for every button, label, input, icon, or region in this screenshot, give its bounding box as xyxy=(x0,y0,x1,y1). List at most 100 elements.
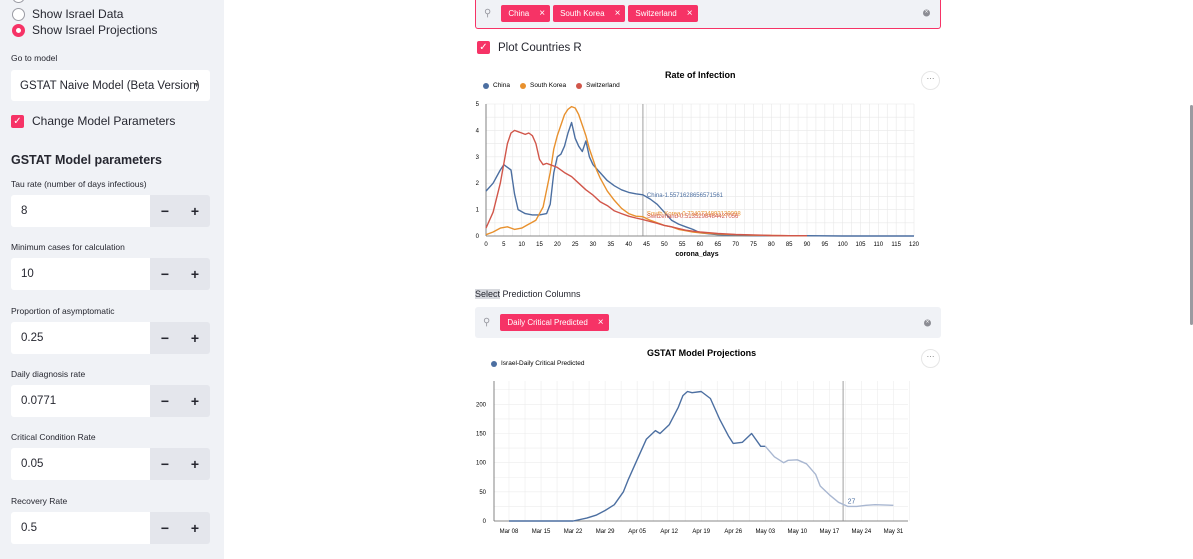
x-tick-label: 10 xyxy=(518,242,525,248)
legend-label: China xyxy=(493,82,510,89)
close-icon[interactable]: × xyxy=(539,8,545,19)
x-tick-label: Apr 12 xyxy=(660,529,678,535)
x-tick-label: 5 xyxy=(502,242,506,248)
number-input-value[interactable]: 0.5 xyxy=(11,511,150,544)
app-root: Show Israel Data Show Israel Projections… xyxy=(0,0,1193,559)
selected-tag: Switzerland × xyxy=(628,4,698,22)
legend-item[interactable]: South Korea xyxy=(519,82,567,89)
radio-circle-selected[interactable] xyxy=(12,23,25,37)
legend-label: South Korea xyxy=(529,82,567,89)
legend-dot xyxy=(519,82,526,89)
param-label: Minimum cases for calculation xyxy=(11,242,125,253)
selected-tag: South Korea × xyxy=(553,4,626,22)
x-tick-label: 30 xyxy=(590,242,597,248)
legend-label: Israel-Daily Critical Predicted xyxy=(501,360,585,367)
decrement-button[interactable]: − xyxy=(150,384,180,417)
y-tick-label: 2 xyxy=(476,181,480,187)
y-tick-label: 0 xyxy=(483,519,487,525)
increment-button[interactable]: + xyxy=(180,258,210,291)
change-params-checkbox[interactable]: ✓ Change Model Parameters xyxy=(11,114,175,128)
legend-dot xyxy=(576,82,583,89)
increment-button[interactable]: + xyxy=(180,384,210,417)
x-tick-label: 70 xyxy=(732,242,739,248)
x-tick-label: Mar 15 xyxy=(532,529,551,535)
tag-label: Switzerland xyxy=(635,8,677,18)
number-input[interactable]: 0.0771− + xyxy=(11,384,210,417)
prediction-tags: Daily Critical Predicted × xyxy=(500,314,611,331)
decrement-button[interactable]: − xyxy=(150,511,180,544)
number-input-value[interactable]: 8 xyxy=(11,195,150,227)
tag-label: South Korea xyxy=(560,8,605,18)
x-tick-label: 40 xyxy=(625,242,632,248)
radio-show-israel-data[interactable]: Show Israel Data xyxy=(12,7,123,21)
checkmark-icon[interactable]: ✓ xyxy=(477,41,490,54)
x-tick-label: Apr 19 xyxy=(692,529,710,535)
x-tick-label: 85 xyxy=(786,242,793,248)
label-rest: Prediction Columns xyxy=(500,289,581,299)
hover-label: China-1.5571628656571561 xyxy=(647,193,724,199)
sidebar: Show Israel Data Show Israel Projections… xyxy=(0,0,224,559)
goto-model-label: Go to model xyxy=(11,53,58,63)
y-tick-label: 150 xyxy=(476,432,487,438)
x-tick-label: Mar 08 xyxy=(500,529,519,535)
increment-button[interactable]: + xyxy=(180,321,210,354)
number-input[interactable]: 0.25− + xyxy=(11,321,210,354)
rate-of-infection-chart[interactable]: 0 5 10 15 20 25 30 35 40 45 50 55 60 65 70 75 80 85 90 95 10… xyxy=(470,96,930,264)
param-label: Daily diagnosis rate xyxy=(11,368,86,379)
decrement-button[interactable]: − xyxy=(150,195,180,227)
number-input-value[interactable]: 10 xyxy=(11,258,150,291)
countries-multiselect[interactable]: ⚲ China × South Korea × Switzerland × × xyxy=(475,0,941,29)
number-input-value[interactable]: 0.05 xyxy=(11,448,150,481)
legend-item[interactable]: Switzerland xyxy=(576,82,620,89)
radio-option-partial[interactable] xyxy=(12,0,32,3)
x-tick-label: 55 xyxy=(679,242,686,248)
checkmark-icon[interactable]: ✓ xyxy=(11,114,24,128)
radio-label: Show Israel Projections xyxy=(32,23,158,37)
close-icon[interactable]: × xyxy=(598,317,604,328)
legend-item[interactable]: China xyxy=(483,82,510,89)
x-tick-label: 105 xyxy=(855,242,866,248)
increment-button[interactable]: + xyxy=(180,448,210,481)
chart-menu-button[interactable]: ⋯ xyxy=(921,349,940,368)
clear-icon[interactable]: × xyxy=(924,319,931,326)
radio-circle[interactable] xyxy=(12,0,25,3)
number-input[interactable]: 0.05− + xyxy=(11,448,210,481)
params-section-title: GSTAT Model parameters xyxy=(11,153,162,167)
increment-button[interactable]: + xyxy=(180,195,210,227)
plot-countries-checkbox[interactable]: ✓ Plot Countries R xyxy=(477,41,582,54)
decrement-button[interactable]: − xyxy=(150,258,180,291)
close-icon[interactable]: × xyxy=(615,8,621,19)
y-tick-label: 50 xyxy=(479,490,486,496)
prediction-columns-multiselect[interactable]: ⚲ Daily Critical Predicted × × xyxy=(475,307,941,338)
x-tick-label: 15 xyxy=(536,242,543,248)
x-tick-label: Apr 26 xyxy=(724,529,742,535)
y-tick-label: 100 xyxy=(476,461,487,467)
x-tick-label: 50 xyxy=(661,242,668,248)
number-input-value[interactable]: 0.25 xyxy=(11,321,150,354)
close-icon[interactable]: × xyxy=(687,8,693,19)
x-tick-label: 35 xyxy=(607,242,614,248)
clear-icon[interactable]: × xyxy=(923,9,930,17)
x-tick-label: 110 xyxy=(874,242,884,248)
param-label: Recovery Rate xyxy=(11,495,68,506)
x-tick-label: 20 xyxy=(554,242,561,248)
chart-legend: China South Korea Switzerland xyxy=(483,82,630,89)
gstat-projections-chart[interactable]: Mar 08 Mar 15 Mar 22 Mar 29 Apr 05 Apr 12 Apr … xyxy=(470,375,930,545)
chart-menu-button[interactable]: ⋯ xyxy=(921,71,940,90)
radio-circle[interactable] xyxy=(12,7,25,21)
radio-show-israel-projections[interactable]: Show Israel Projections xyxy=(12,23,157,37)
number-input[interactable]: 0.5− + xyxy=(11,511,210,544)
decrement-button[interactable]: − xyxy=(150,321,180,354)
param-label: Critical Condition Rate xyxy=(11,432,96,443)
number-input-value[interactable]: 0.0771 xyxy=(11,384,150,417)
legend-item[interactable]: Israel-Daily Critical Predicted xyxy=(491,360,584,367)
model-select[interactable]: GSTAT Naive Model (Beta Version) ▼ xyxy=(11,70,210,101)
chevron-down-icon: ▼ xyxy=(193,82,200,89)
increment-button[interactable]: + xyxy=(180,511,210,544)
decrement-button[interactable]: − xyxy=(150,448,180,481)
x-tick-label: May 03 xyxy=(755,529,775,535)
number-input[interactable]: 10− + xyxy=(11,258,210,291)
number-input[interactable]: 8− + xyxy=(11,195,210,227)
x-tick-label: 60 xyxy=(697,242,704,248)
chart-title: GSTAT Model Projections xyxy=(647,348,757,358)
